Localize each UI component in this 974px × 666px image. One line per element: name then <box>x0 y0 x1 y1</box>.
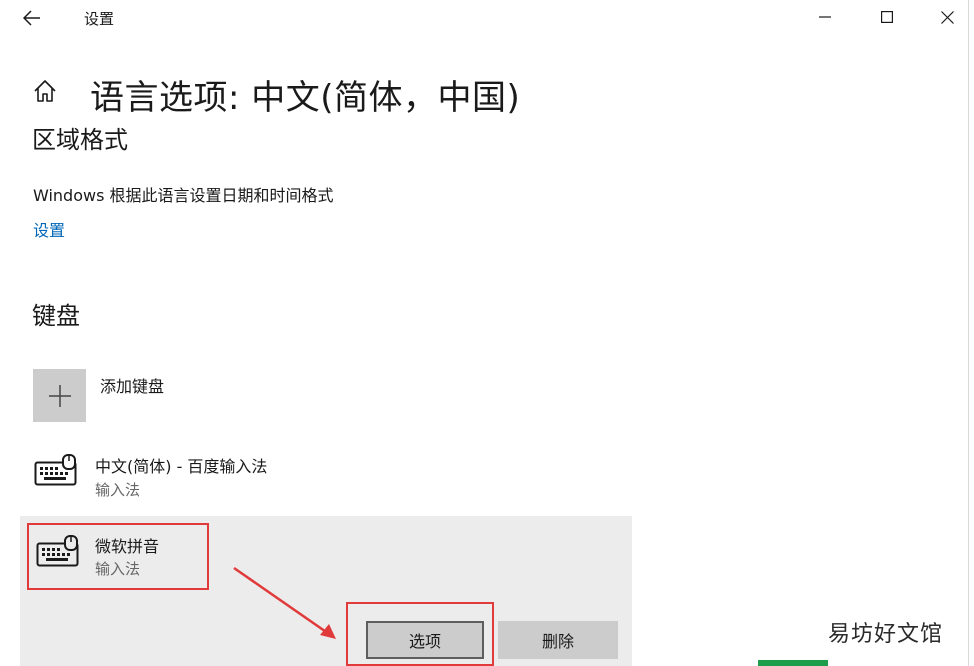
close-icon <box>940 10 954 24</box>
annotation-arrow-icon <box>233 566 336 639</box>
add-keyboard-button[interactable] <box>33 369 86 422</box>
window-border <box>968 0 969 666</box>
back-button[interactable] <box>14 2 50 34</box>
plus-icon <box>48 384 71 407</box>
home-button[interactable] <box>30 76 62 108</box>
window-title: 设置 <box>84 10 115 28</box>
region-format-description: Windows 根据此语言设置日期和时间格式 <box>33 186 334 205</box>
keyboard-icon <box>34 454 78 486</box>
close-button[interactable] <box>916 0 974 34</box>
add-keyboard-label[interactable]: 添加键盘 <box>100 373 164 397</box>
arrow-left-icon <box>23 10 40 26</box>
minimize-button[interactable] <box>794 0 856 34</box>
remove-button[interactable]: 删除 <box>498 621 618 659</box>
watermark: 易坊好文馆 <box>828 622 944 647</box>
home-icon <box>34 80 56 102</box>
page-title: 语言选项: 中文(简体，中国) <box>90 78 521 118</box>
keyboard-item-type: 输入法 <box>95 481 141 499</box>
annotation-highlight-box <box>346 602 494 666</box>
maximize-icon <box>881 11 893 23</box>
keyboard-heading: 键盘 <box>32 302 80 330</box>
green-chip <box>758 660 828 666</box>
keyboard-item-name[interactable]: 中文(简体) - 百度输入法 <box>95 453 267 477</box>
region-format-heading: 区域格式 <box>32 126 128 154</box>
maximize-button[interactable] <box>856 0 918 34</box>
region-settings-link[interactable]: 设置 <box>33 217 65 241</box>
annotation-highlight-box <box>27 523 209 590</box>
minimize-icon <box>819 16 831 18</box>
